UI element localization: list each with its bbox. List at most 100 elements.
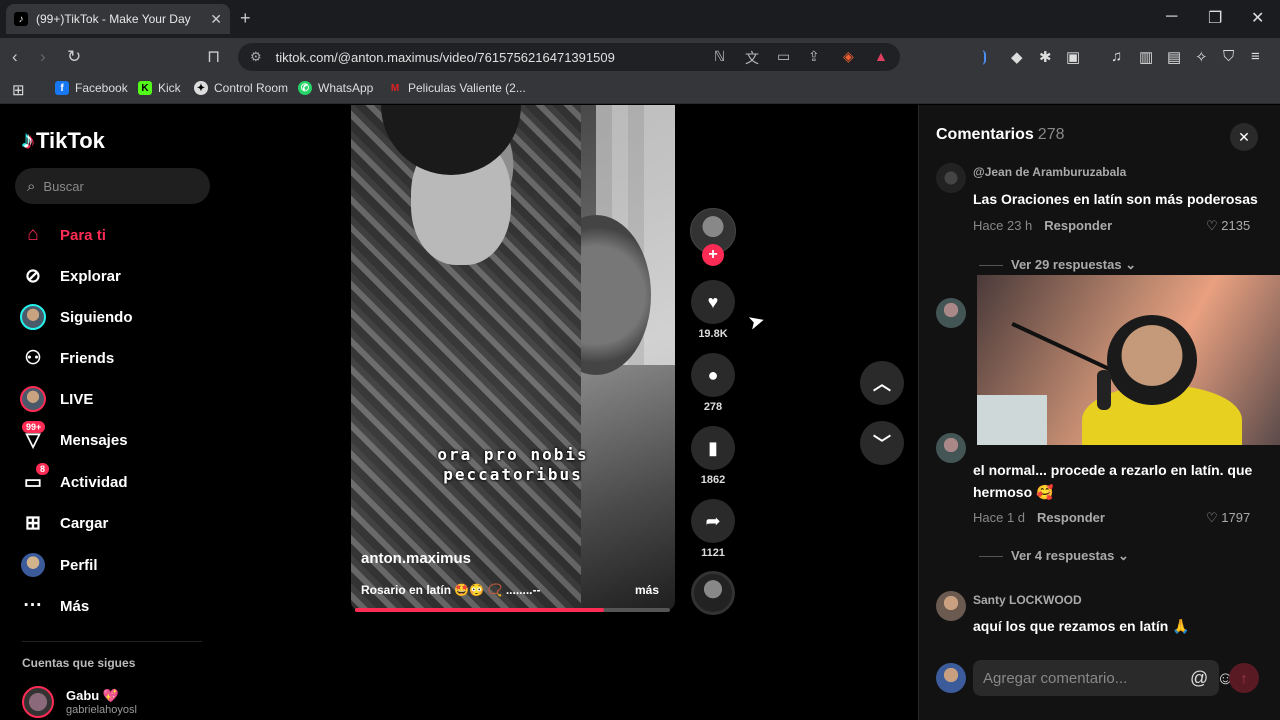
comment-user[interactable]: Santy LOCKWOOD xyxy=(973,593,1082,607)
caption-line: ora pro nobis xyxy=(437,445,589,464)
reply-button[interactable]: Responder xyxy=(1037,510,1105,525)
sound-disc[interactable] xyxy=(691,571,735,615)
close-comments-button[interactable]: ✕ xyxy=(1230,123,1258,151)
comment-text: el normal... procede a rezarlo en latín.… xyxy=(973,462,1253,500)
sidebar-icon[interactable]: ▥ xyxy=(1139,48,1153,66)
bookmark-icon[interactable]: ⊓ xyxy=(207,47,220,67)
music-icon[interactable]: ♫ xyxy=(1111,48,1122,65)
tab-close-icon[interactable]: ✕ xyxy=(210,11,222,28)
search-input[interactable] xyxy=(43,178,194,194)
comment-input-box[interactable]: @ ☺ xyxy=(973,660,1235,696)
like-action[interactable]: ♥ 19.8K xyxy=(690,280,736,340)
caption-line: peccatoribus xyxy=(443,465,583,484)
minimize-button[interactable]: ─ xyxy=(1166,8,1177,26)
sidebar-item-live[interactable]: LIVE xyxy=(20,384,93,414)
extension-audio-icon[interactable]: ⦘ xyxy=(982,48,987,65)
address-bar[interactable]: ⚙ tiktok.com/@anton.maximus/video/761575… xyxy=(238,43,900,71)
like-count: 19.8K xyxy=(698,328,728,340)
bookmark-label: Control Room xyxy=(214,81,289,95)
chevron-down-icon: ⌄ xyxy=(1117,548,1129,563)
brave-rewards-icon[interactable]: ▲ xyxy=(874,48,888,64)
followed-account[interactable]: Gabu 💖 gabrielahoyosl xyxy=(22,686,137,718)
bookmark-control-room[interactable]: ✦ Control Room xyxy=(194,81,288,95)
video-player[interactable]: ora pro nobis peccatoribus anton.maximus… xyxy=(351,105,675,611)
sidebar-item-mas[interactable]: ··· Más xyxy=(20,591,90,621)
share-arrow-icon[interactable]: ➦ xyxy=(691,499,735,543)
extension-diamond-icon[interactable]: ◆ xyxy=(1011,48,1023,66)
sidebar-item-explorar[interactable]: ⊘ Explorar xyxy=(20,261,121,291)
mention-icon[interactable]: @ xyxy=(1190,668,1208,689)
brave-shield-icon[interactable]: ◈ xyxy=(843,48,854,65)
window-close-button[interactable]: ✕ xyxy=(1251,8,1264,28)
comment-icon[interactable]: ● xyxy=(691,353,735,397)
sidebar-item-label: Cargar xyxy=(60,514,109,532)
extensions-puzzle-icon[interactable]: ✱ xyxy=(1039,48,1052,66)
new-tab-button[interactable]: + xyxy=(240,8,251,29)
no-ai-icon[interactable]: ℕ xyxy=(714,48,725,65)
save-action[interactable]: ▮ 1862 xyxy=(690,426,736,486)
reload-button[interactable]: ↻ xyxy=(67,47,81,67)
friends-icon: ⚇ xyxy=(24,347,42,369)
arrow-up-icon: ↑ xyxy=(1240,670,1248,686)
extension-window-icon[interactable]: ▣ xyxy=(1066,48,1080,66)
bookmark-peliculas[interactable]: M Peliculas Valiente (2... xyxy=(388,81,526,95)
reply-button[interactable]: Responder xyxy=(1044,218,1112,233)
view-replies-button[interactable]: Ver 29 respuestas ⌄ xyxy=(979,257,1136,273)
comment-like[interactable]: ♡ 2135 xyxy=(1206,218,1250,234)
video-author[interactable]: anton.maximus xyxy=(361,550,471,567)
avatar[interactable] xyxy=(936,433,966,463)
avatar[interactable] xyxy=(936,298,966,328)
browser-tab[interactable]: ♪ (99+)TikTok - Make Your Day ✕ xyxy=(6,4,230,34)
apps-grid-icon[interactable]: ⊞ xyxy=(12,81,25,99)
leo-ai-icon[interactable]: ✧ xyxy=(1195,48,1208,66)
translate-icon[interactable]: 文 xyxy=(745,48,759,68)
tiktok-logo[interactable]: ♪ TikTok xyxy=(22,127,105,155)
sidebar-item-cargar[interactable]: ⊞ Cargar xyxy=(20,508,108,538)
next-video-button[interactable]: ﹀ xyxy=(860,421,904,465)
comment-like[interactable]: ♡ 1797 xyxy=(1206,510,1250,526)
sidebar-item-label: Más xyxy=(60,597,90,615)
browser-tab-bar: ♪ (99+)TikTok - Make Your Day ✕ + ─ ❐ ✕ xyxy=(0,0,1280,38)
share-icon[interactable]: ⇪ xyxy=(808,48,820,65)
cast-icon[interactable]: ▭ xyxy=(777,48,790,65)
sidebar-item-actividad[interactable]: ▭ 8 Actividad xyxy=(20,463,128,497)
avatar[interactable] xyxy=(936,163,966,193)
search-box[interactable]: ⌕ xyxy=(15,168,210,204)
site-settings-icon[interactable]: ⚙ xyxy=(250,49,262,65)
share-action[interactable]: ➦ 1121 xyxy=(690,499,736,559)
control-room-icon: ✦ xyxy=(194,81,208,95)
view-replies-button[interactable]: Ver 4 respuestas ⌄ xyxy=(979,548,1129,564)
vpn-icon[interactable]: ⛉ xyxy=(1223,48,1234,65)
url-text: tiktok.com/@anton.maximus/video/76157562… xyxy=(275,49,615,65)
sidebar-item-friends[interactable]: ⚇ Friends xyxy=(20,343,114,373)
more-link[interactable]: más xyxy=(635,583,659,597)
video-description: Rosario en latín 🤩😳 📿 ........-- xyxy=(361,583,541,597)
save-count: 1862 xyxy=(700,474,726,486)
bookmark-facebook[interactable]: f Facebook xyxy=(55,81,128,95)
comments-count: 278 xyxy=(1037,126,1065,143)
comment-action[interactable]: ● 278 xyxy=(690,353,736,413)
sidebar-item-para-ti[interactable]: ⌂ Para ti xyxy=(20,220,106,250)
bookmark-save-icon[interactable]: ▮ xyxy=(691,426,735,470)
comment-input[interactable] xyxy=(983,669,1182,687)
maximize-button[interactable]: ❐ xyxy=(1208,8,1222,28)
wallet-icon[interactable]: ▤ xyxy=(1167,48,1181,66)
bookmark-kick[interactable]: K Kick xyxy=(138,81,181,95)
forward-button[interactable]: › xyxy=(40,47,46,67)
back-button[interactable]: ‹ xyxy=(12,47,18,67)
sidebar-item-perfil[interactable]: Perfil xyxy=(20,550,98,580)
previous-video-button[interactable]: ︿ xyxy=(860,361,904,405)
sidebar-item-mensajes[interactable]: ▽ 99+ Mensajes xyxy=(20,421,128,455)
bookmark-whatsapp[interactable]: ✆ WhatsApp xyxy=(298,81,373,95)
menu-icon[interactable]: ≡ xyxy=(1251,48,1260,65)
sidebar-item-siguiendo[interactable]: Siguiendo xyxy=(20,302,133,332)
browser-nav-bar: ‹ › ↻ ⊓ ⚙ tiktok.com/@anton.maximus/vide… xyxy=(0,38,1280,76)
activity-badge: 8 xyxy=(36,463,50,475)
video-progress-bar[interactable] xyxy=(355,608,670,612)
follow-button[interactable]: + xyxy=(702,244,724,266)
divider xyxy=(22,641,202,642)
send-button[interactable]: ↑ xyxy=(1229,663,1259,693)
avatar[interactable] xyxy=(936,591,966,621)
heart-icon[interactable]: ♥ xyxy=(691,280,735,324)
comment-user[interactable]: @Jean de Aramburuzabala xyxy=(973,165,1126,179)
